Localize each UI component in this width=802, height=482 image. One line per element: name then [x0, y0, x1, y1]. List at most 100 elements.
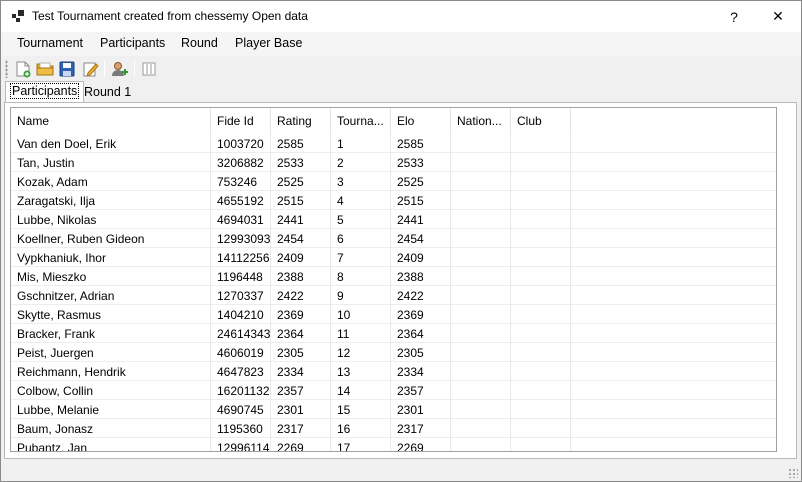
cell-tournament-number: 1	[331, 134, 391, 153]
table-row[interactable]: Skytte, Rasmus 1404210 2369 10 2369	[11, 305, 776, 324]
cell-rating: 2515	[271, 191, 331, 210]
columns-icon[interactable]	[139, 59, 159, 79]
edit-icon[interactable]	[81, 59, 101, 79]
cell-tournament-number: 11	[331, 324, 391, 343]
cell-club	[511, 210, 571, 229]
new-file-icon[interactable]	[13, 59, 33, 79]
cell-nation	[451, 153, 511, 172]
cell-fide-id: 1195360	[211, 419, 271, 438]
column-header-fide-id[interactable]: Fide Id	[211, 108, 271, 134]
row-filler	[571, 172, 776, 191]
cell-nation	[451, 438, 511, 451]
cell-rating: 2357	[271, 381, 331, 400]
cell-rating: 2454	[271, 229, 331, 248]
toolbar-grip[interactable]	[5, 60, 8, 78]
table-row[interactable]: Peist, Juergen 4606019 2305 12 2305	[11, 343, 776, 362]
cell-rating: 2305	[271, 343, 331, 362]
cell-club	[511, 153, 571, 172]
cell-nation	[451, 362, 511, 381]
table-row[interactable]: Lubbe, Nikolas 4694031 2441 5 2441	[11, 210, 776, 229]
column-header-nation[interactable]: Nation...	[451, 108, 511, 134]
cell-fide-id: 1270337	[211, 286, 271, 305]
menu-tournament[interactable]: Tournament	[17, 36, 83, 50]
cell-club	[511, 286, 571, 305]
cell-rating: 2334	[271, 362, 331, 381]
cell-fide-id: 24614343	[211, 324, 271, 343]
table-row[interactable]: Kozak, Adam 753246 2525 3 2525	[11, 172, 776, 191]
menu-participants[interactable]: Participants	[100, 36, 165, 50]
row-filler	[571, 381, 776, 400]
toolbar-separator-2	[134, 60, 135, 77]
column-header-name[interactable]: Name	[11, 108, 211, 134]
cell-name: Colbow, Collin	[11, 381, 211, 400]
cell-tournament-number: 4	[331, 191, 391, 210]
window-title: Test Tournament created from chessemy Op…	[32, 9, 308, 23]
cell-name: Mis, Mieszko	[11, 267, 211, 286]
cell-nation	[451, 305, 511, 324]
cell-elo: 2585	[391, 134, 451, 153]
cell-name: Koellner, Ruben Gideon	[11, 229, 211, 248]
cell-club	[511, 324, 571, 343]
cell-tournament-number: 13	[331, 362, 391, 381]
app-icon	[12, 10, 24, 22]
cell-club	[511, 267, 571, 286]
cell-name: Peist, Juergen	[11, 343, 211, 362]
menu-bar: Tournament Participants Round Player Bas…	[1, 32, 801, 56]
table-row[interactable]: Koellner, Ruben Gideon 12993093 2454 6 2454	[11, 229, 776, 248]
table-row[interactable]: Gschnitzer, Adrian 1270337 2422 9 2422	[11, 286, 776, 305]
column-header-tournament-number[interactable]: Tourna...	[331, 108, 391, 134]
table-row[interactable]: Pubantz, Jan 12996114 2269 17 2269	[11, 438, 776, 451]
cell-elo: 2301	[391, 400, 451, 419]
cell-nation	[451, 191, 511, 210]
menu-player-base[interactable]: Player Base	[235, 36, 302, 50]
column-header-club[interactable]: Club	[511, 108, 571, 134]
cell-rating: 2388	[271, 267, 331, 286]
add-player-icon[interactable]	[110, 59, 130, 79]
title-bar: Test Tournament created from chessemy Op…	[1, 1, 801, 32]
cell-rating: 2585	[271, 134, 331, 153]
cell-name: Baum, Jonasz	[11, 419, 211, 438]
cell-elo: 2357	[391, 381, 451, 400]
row-filler	[571, 210, 776, 229]
table-row[interactable]: Van den Doel, Erik 1003720 2585 1 2585	[11, 134, 776, 153]
cell-elo: 2515	[391, 191, 451, 210]
cell-name: Reichmann, Hendrik	[11, 362, 211, 381]
table-row[interactable]: Mis, Mieszko 1196448 2388 8 2388	[11, 267, 776, 286]
cell-tournament-number: 17	[331, 438, 391, 451]
cell-fide-id: 753246	[211, 172, 271, 191]
table-row[interactable]: Lubbe, Melanie 4690745 2301 15 2301	[11, 400, 776, 419]
row-filler	[571, 324, 776, 343]
cell-name: Lubbe, Nikolas	[11, 210, 211, 229]
cell-fide-id: 4606019	[211, 343, 271, 362]
table-row[interactable]: Baum, Jonasz 1195360 2317 16 2317	[11, 419, 776, 438]
tab-round-1[interactable]: Round 1	[80, 83, 135, 102]
cell-elo: 2533	[391, 153, 451, 172]
cell-fide-id: 1003720	[211, 134, 271, 153]
column-header-rating[interactable]: Rating	[271, 108, 331, 134]
cell-name: Gschnitzer, Adrian	[11, 286, 211, 305]
table-row[interactable]: Tan, Justin 3206882 2533 2 2533	[11, 153, 776, 172]
table-row[interactable]: Colbow, Collin 16201132 2357 14 2357	[11, 381, 776, 400]
cell-tournament-number: 2	[331, 153, 391, 172]
tab-strip: Participants Round 1	[1, 81, 801, 103]
table-row[interactable]: Vypkhaniuk, Ihor 14112256 2409 7 2409	[11, 248, 776, 267]
cell-name: Bracker, Frank	[11, 324, 211, 343]
open-folder-icon[interactable]	[35, 59, 55, 79]
toolbar-separator	[104, 60, 105, 77]
table-row[interactable]: Zaragatski, Ilja 4655192 2515 4 2515	[11, 191, 776, 210]
cell-tournament-number: 5	[331, 210, 391, 229]
participants-grid[interactable]: Name Fide Id Rating Tourna... Elo Nation... Cl…	[10, 107, 777, 452]
cell-nation	[451, 248, 511, 267]
cell-rating: 2422	[271, 286, 331, 305]
cell-fide-id: 12996114	[211, 438, 271, 451]
table-row[interactable]: Reichmann, Hendrik 4647823 2334 13 2334	[11, 362, 776, 381]
cell-elo: 2364	[391, 324, 451, 343]
column-header-elo[interactable]: Elo	[391, 108, 451, 134]
size-grip[interactable]	[788, 468, 798, 478]
help-button[interactable]: ?	[711, 1, 757, 32]
tab-participants[interactable]: Participants	[5, 81, 85, 102]
close-button[interactable]: ✕	[755, 1, 801, 32]
save-icon[interactable]	[57, 59, 77, 79]
table-row[interactable]: Bracker, Frank 24614343 2364 11 2364	[11, 324, 776, 343]
menu-round[interactable]: Round	[181, 36, 218, 50]
